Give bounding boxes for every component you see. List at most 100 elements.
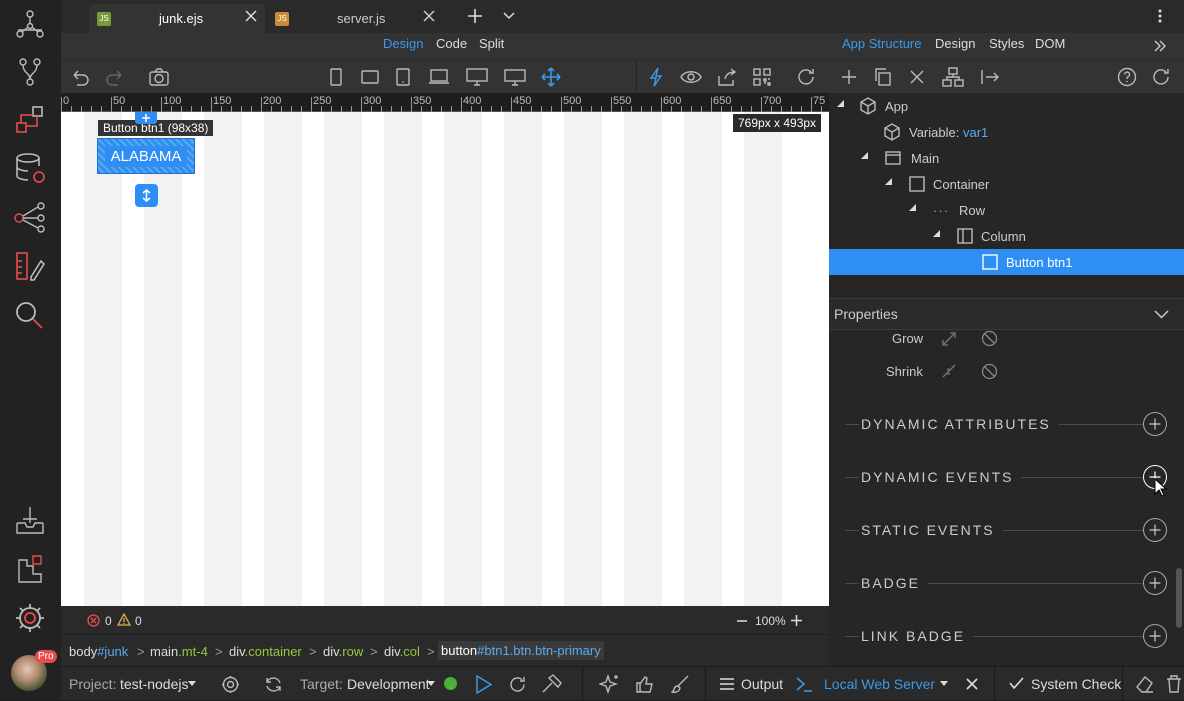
new-tab-icon[interactable]	[467, 8, 483, 24]
crumb-body[interactable]: body#junk	[69, 644, 128, 659]
tab-server-js[interactable]: JS server.js	[267, 4, 443, 33]
add-icon[interactable]	[1143, 571, 1167, 595]
double-chevron-right-icon[interactable]	[1154, 40, 1166, 52]
tree-node-main[interactable]: Main	[885, 145, 939, 171]
system-check-button[interactable]: System Check	[1031, 676, 1121, 692]
restart-icon[interactable]	[508, 675, 527, 694]
chevron-down-icon[interactable]	[503, 11, 515, 21]
refresh-icon[interactable]	[795, 66, 817, 88]
tab-dom[interactable]: DOM	[1035, 36, 1065, 51]
export-icon[interactable]	[979, 66, 1001, 88]
crumb-col[interactable]: div.col	[384, 644, 420, 659]
mode-split[interactable]: Split	[479, 36, 504, 51]
tree-node-container[interactable]: Container	[909, 171, 989, 197]
section-dynamic-events[interactable]: DYNAMIC EVENTS	[845, 465, 1175, 489]
zoom-out-icon[interactable]	[737, 620, 747, 622]
publish-icon[interactable]	[8, 500, 52, 540]
tree-node-variable[interactable]: Variable: var1	[883, 119, 988, 145]
brush-icon[interactable]	[670, 674, 690, 694]
widescreen-icon[interactable]	[504, 66, 526, 88]
compress-icon[interactable]	[941, 363, 957, 379]
database-icon[interactable]	[8, 148, 52, 188]
hammer-icon[interactable]	[541, 674, 563, 694]
tree-node-button[interactable]: Button btn1	[829, 249, 1184, 275]
section-dynamic-attributes[interactable]: DYNAMIC ATTRIBUTES	[845, 412, 1175, 436]
desktop-icon[interactable]	[466, 66, 488, 88]
project-select[interactable]: test-nodejs	[120, 676, 188, 692]
help-icon[interactable]	[1116, 66, 1138, 88]
none-icon[interactable]	[981, 330, 998, 347]
caret-down-icon[interactable]	[427, 681, 435, 686]
crumb-button[interactable]: button#btn1.btn.btn-primary	[438, 641, 604, 660]
share-icon[interactable]	[716, 66, 738, 88]
redo-icon[interactable]	[104, 66, 126, 88]
close-icon[interactable]	[966, 678, 978, 690]
add-icon[interactable]	[838, 66, 860, 88]
warning-icon[interactable]	[117, 613, 131, 626]
laptop-icon[interactable]	[428, 66, 450, 88]
qr-code-icon[interactable]	[751, 66, 773, 88]
menu-icon[interactable]	[720, 678, 734, 690]
extensions-icon[interactable]	[8, 549, 52, 589]
section-badge[interactable]: BADGE	[845, 571, 1175, 595]
close-icon[interactable]	[423, 10, 435, 22]
tablet-icon[interactable]	[392, 66, 414, 88]
undo-icon[interactable]	[69, 66, 91, 88]
chevron-down-icon[interactable]	[1154, 310, 1169, 319]
crumb-main[interactable]: main.mt-4	[150, 644, 208, 659]
tree-node-column[interactable]: Column	[957, 223, 1026, 249]
local-server-tab[interactable]: Local Web Server	[824, 676, 935, 692]
insert-above-handle[interactable]	[135, 112, 157, 124]
sync-icon[interactable]	[264, 675, 283, 694]
caret-down-icon[interactable]	[940, 681, 948, 686]
none-icon[interactable]	[981, 363, 998, 380]
tree-node-row[interactable]: ··· Row	[933, 197, 985, 223]
branch-icon[interactable]	[8, 52, 52, 92]
section-link-badge[interactable]: LINK BADGE	[845, 624, 1175, 648]
add-icon[interactable]	[1143, 412, 1167, 436]
more-icon[interactable]	[1158, 9, 1162, 23]
add-icon[interactable]	[1143, 518, 1167, 542]
eraser-icon[interactable]	[1135, 675, 1155, 693]
camera-icon[interactable]	[148, 66, 170, 88]
alabama-button[interactable]: ALABAMA	[97, 138, 195, 174]
section-static-events[interactable]: STATIC EVENTS	[845, 518, 1175, 542]
flows-icon[interactable]	[8, 100, 52, 140]
design-canvas[interactable]: Button btn1 (98x38) ALABAMA 769px x 493p…	[61, 112, 829, 606]
duplicate-icon[interactable]	[872, 66, 894, 88]
crumb-container[interactable]: div.container	[229, 644, 302, 659]
caret-down-icon[interactable]	[188, 681, 196, 686]
search-icon[interactable]	[8, 296, 52, 336]
gear-icon[interactable]	[221, 675, 240, 694]
tab-app-structure[interactable]: App Structure	[842, 36, 922, 51]
zoom-in-icon[interactable]	[791, 615, 802, 626]
gear-icon[interactable]	[8, 598, 52, 638]
expand-icon[interactable]	[941, 331, 957, 347]
thumbs-up-icon[interactable]	[635, 674, 655, 694]
tab-styles[interactable]: Styles	[989, 36, 1024, 51]
mode-code[interactable]: Code	[436, 36, 467, 51]
error-icon[interactable]	[87, 614, 100, 627]
tab-junk-ejs[interactable]: JS junk.ejs	[89, 4, 265, 33]
structure-icon[interactable]	[942, 66, 964, 88]
share-nodes-icon[interactable]	[8, 197, 52, 237]
trash-icon[interactable]	[1166, 675, 1182, 693]
design-tools-icon[interactable]	[8, 246, 52, 286]
close-icon[interactable]	[245, 10, 257, 22]
scrollbar[interactable]	[1175, 330, 1183, 666]
play-icon[interactable]	[475, 675, 493, 694]
move-icon[interactable]	[540, 66, 562, 88]
phone-landscape-icon[interactable]	[359, 66, 381, 88]
lightning-icon[interactable]	[645, 66, 667, 88]
crumb-row[interactable]: div.row	[323, 644, 363, 659]
properties-header[interactable]: Properties	[829, 298, 1184, 330]
add-icon[interactable]	[1143, 624, 1167, 648]
git-icon[interactable]	[8, 4, 52, 44]
mode-design[interactable]: Design	[383, 36, 423, 51]
insert-below-handle[interactable]	[135, 184, 158, 207]
eye-icon[interactable]	[680, 66, 702, 88]
tree-node-app[interactable]: App	[859, 93, 908, 119]
phone-icon[interactable]	[325, 66, 347, 88]
reload-icon[interactable]	[1150, 66, 1172, 88]
delete-icon[interactable]	[906, 66, 928, 88]
